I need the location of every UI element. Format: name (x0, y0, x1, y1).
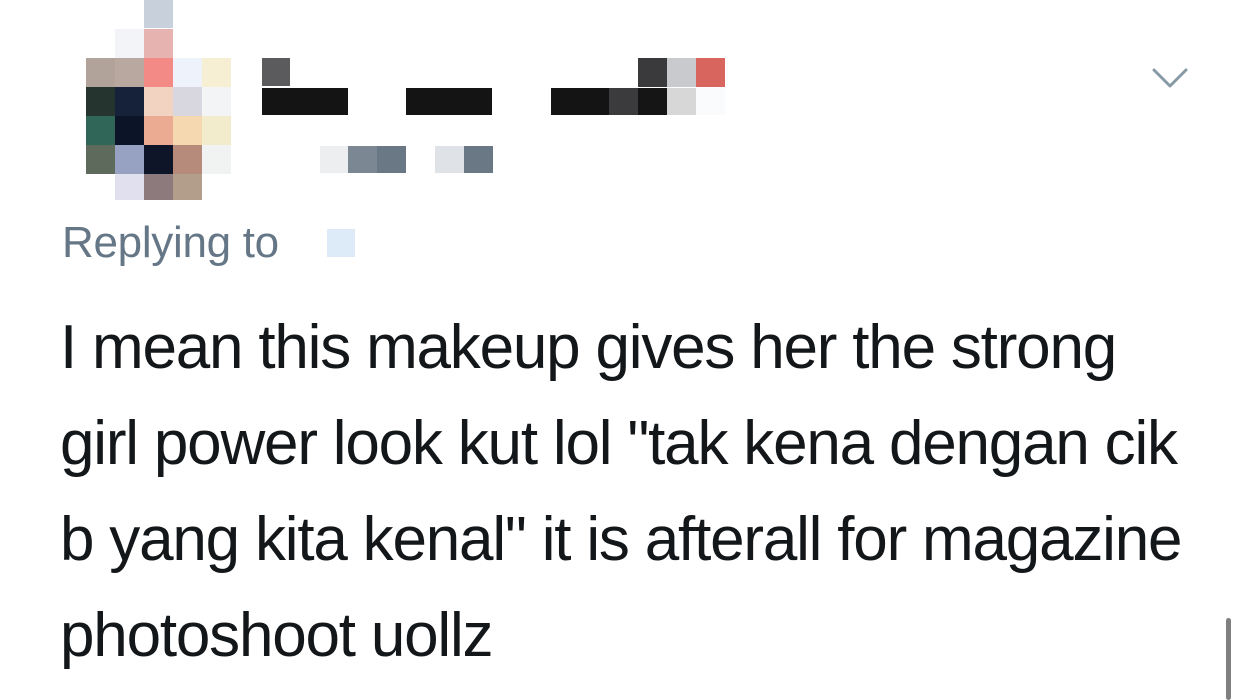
tweet-text: I mean this makeup gives her the strong … (60, 313, 1182, 670)
reply-handle-redacted[interactable] (326, 229, 355, 257)
replying-to-line: Replying to (62, 218, 355, 268)
avatar[interactable] (86, 0, 234, 200)
chevron-down-icon[interactable] (1150, 58, 1190, 98)
scrollbar[interactable] (1226, 618, 1231, 700)
replying-to-label: Replying to (62, 218, 279, 267)
